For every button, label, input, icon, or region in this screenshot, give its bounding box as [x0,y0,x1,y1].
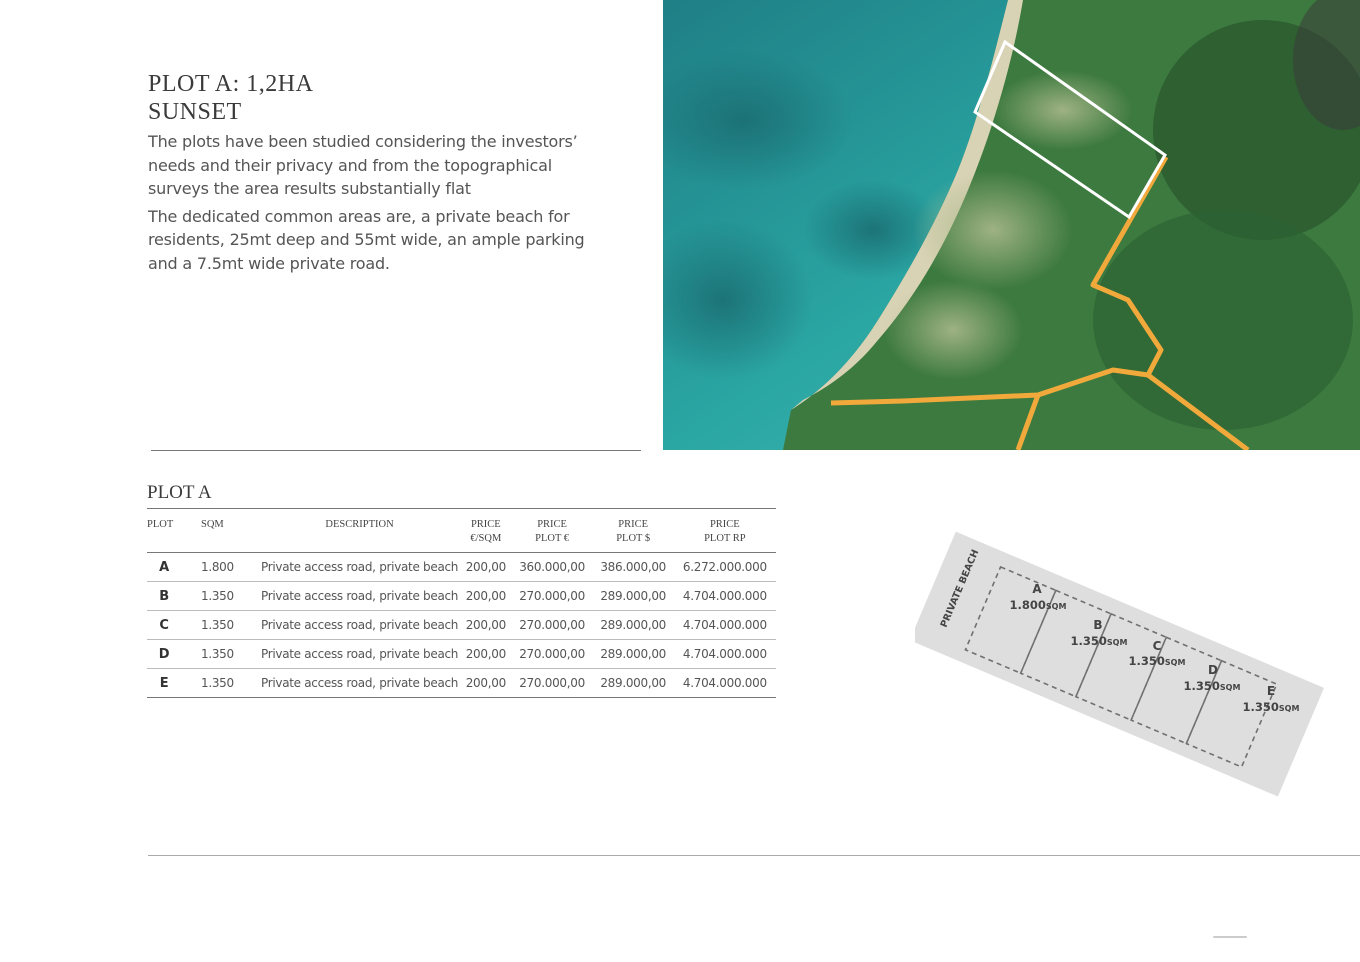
plan-plot-letter: B [1093,618,1102,632]
cell-plot: B [147,581,199,611]
clearing [913,170,1073,290]
page-title: PLOT A: 1,2HA SUNSET [148,70,313,126]
intro-paragraph-1: The plots have been studied considering … [148,132,578,198]
title-line-2: SUNSET [148,99,242,125]
intro-text: The plots have been studied considering … [148,130,588,279]
cell-price-sqm: 200,00 [460,639,512,669]
cell-price-usd: 289.000,00 [592,639,674,669]
cell-sqm: 1.800 [199,552,259,582]
cell-description: Private access road, private beach [259,581,461,611]
cell-price-sqm: 200,00 [460,610,512,640]
table-title: PLOT A [147,482,212,503]
plan-plot-letter: A [1032,582,1042,596]
cell-plot: D [147,639,199,669]
cell-price-eur: 270.000,00 [511,610,593,640]
table-row: C 1.350 Private access road, private bea… [147,610,776,640]
cell-price-usd: 289.000,00 [592,610,674,640]
table-row: A 1.800 Private access road, private bea… [147,552,776,582]
header-plot: PLOT [147,508,199,553]
header-price-plot-eur: PRICE PLOT € [511,508,593,553]
cell-price-rp: 4.704.000.000 [673,639,776,669]
cell-plot: E [147,668,199,698]
cell-plot: C [147,610,199,640]
cell-price-usd: 289.000,00 [592,668,674,698]
cell-sqm: 1.350 [199,581,259,611]
cell-sqm: 1.350 [199,639,259,669]
cell-price-eur: 270.000,00 [511,581,593,611]
cell-description: Private access road, private beach [259,610,461,640]
table-row: B 1.350 Private access road, private bea… [147,581,776,611]
cell-price-sqm: 200,00 [460,581,512,611]
dark-forest [1093,210,1353,430]
cell-price-usd: 386.000,00 [592,552,674,582]
plot-layout-plan: PRIVATE BEACH A 1.800SQM B 1.350SQM C 1.… [909,510,1335,800]
clearing [883,280,1023,380]
cell-price-rp: 4.704.000.000 [673,668,776,698]
footer-mark [1213,936,1247,938]
cell-price-eur: 270.000,00 [511,668,593,698]
cell-description: Private access road, private beach [259,668,461,698]
section-divider [151,450,641,451]
plan-land [909,531,1325,797]
table-header-row: PLOT SQM DESCRIPTION PRICE €/SQM PRICE PLO… [147,508,776,553]
table-row: D 1.350 Private access road, private bea… [147,639,776,669]
header-description: DESCRIPTION [259,508,461,553]
plan-plot-letter: D [1208,663,1218,677]
cell-price-eur: 270.000,00 [511,639,593,669]
plan-plot-letter: E [1267,684,1275,698]
cell-sqm: 1.350 [199,668,259,698]
cell-price-eur: 360.000,00 [511,552,593,582]
title-line-1: PLOT A: 1,2HA [148,71,314,97]
cell-price-rp: 4.704.000.000 [673,610,776,640]
cell-plot: A [147,552,199,582]
aerial-photo [663,0,1360,450]
cell-price-rp: 4.704.000.000 [673,581,776,611]
header-price-plot-rp: PRICE PLOT RP [673,508,776,553]
footer-divider [148,855,1360,856]
table-row: E 1.350 Private access road, private bea… [147,668,776,698]
header-price-sqm: PRICE €/SQM [460,508,512,553]
plot-price-table: PLOT SQM DESCRIPTION PRICE €/SQM PRICE PLO… [147,508,776,698]
cell-price-sqm: 200,00 [460,552,512,582]
cell-price-usd: 289.000,00 [592,581,674,611]
cell-sqm: 1.350 [199,610,259,640]
intro-paragraph-2: The dedicated common areas are, a privat… [148,206,585,273]
cell-price-sqm: 200,00 [460,668,512,698]
cell-description: Private access road, private beach [259,639,461,669]
cell-price-rp: 6.272.000.000 [673,552,776,582]
cell-description: Private access road, private beach [259,552,461,582]
header-sqm: SQM [199,508,259,553]
plan-plot-letter: C [1153,639,1162,653]
header-price-plot-usd: PRICE PLOT $ [592,508,674,553]
